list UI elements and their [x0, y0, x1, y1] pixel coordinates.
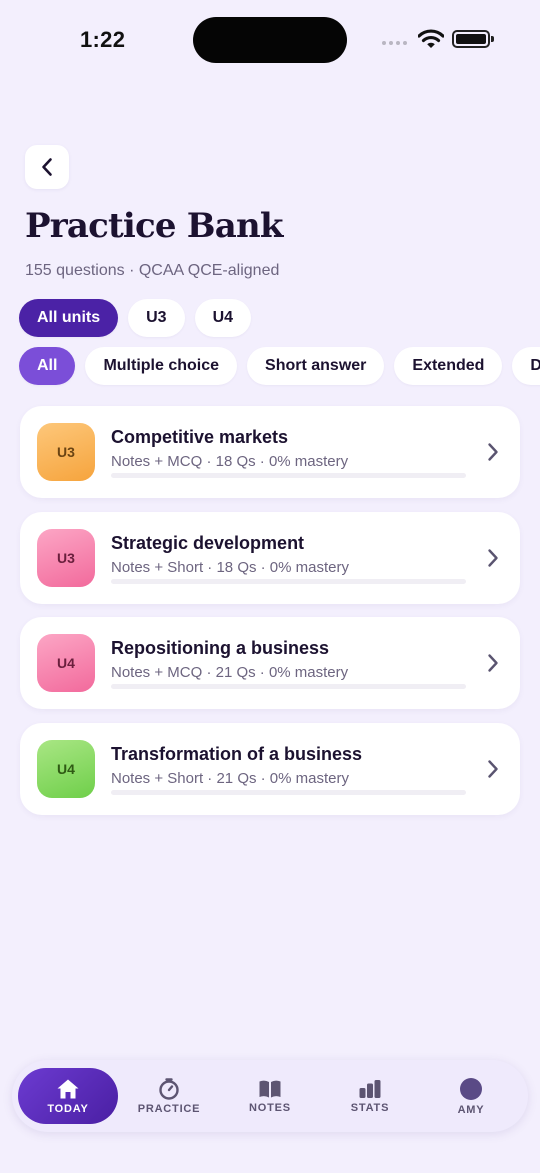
battery-icon — [452, 30, 490, 48]
topic-card-strategic-development[interactable]: U3 Strategic development Notes + Short ·… — [20, 511, 520, 604]
type-chip-all[interactable]: All — [19, 347, 76, 385]
mastery-progress-bar — [111, 789, 466, 795]
bottom-tab-bar: TODAY PRACTICE NOTES STATS AMY — [12, 1060, 528, 1132]
tab-notes[interactable]: NOTES — [220, 1060, 320, 1132]
home-icon — [57, 1079, 79, 1098]
tab-label: TODAY — [47, 1102, 89, 1115]
unit-chip-u3[interactable]: U3 — [128, 299, 185, 337]
type-chip-multiple-choice[interactable]: Multiple choice — [85, 347, 238, 385]
unit-badge: U3 — [37, 423, 95, 481]
tab-label: AMY — [457, 1103, 485, 1116]
type-chip-short-answer[interactable]: Short answer — [247, 347, 385, 385]
dynamic-island — [193, 17, 347, 63]
mastery-progress-bar — [111, 684, 466, 689]
topic-title: Strategic development — [111, 532, 305, 553]
topic-meta: Notes + Short · 18 Qs · 0% mastery — [111, 558, 350, 576]
unit-chip-all[interactable]: All units — [19, 299, 119, 337]
topic-meta: Notes + MCQ · 18 Qs · 0% mastery — [111, 453, 349, 470]
topic-list: U3 Competitive markets Notes + MCQ · 18 … — [20, 406, 520, 828]
topic-title: Transformation of a business — [111, 743, 363, 764]
type-chip-partial[interactable]: D — [512, 347, 540, 385]
topic-card-competitive-markets[interactable]: U3 Competitive markets Notes + MCQ · 18 … — [20, 406, 520, 498]
topic-meta: Notes + MCQ · 21 Qs · 0% mastery — [111, 664, 349, 681]
topic-title: Repositioning a business — [111, 638, 330, 658]
topic-meta: Notes + Short · 21 Qs · 0% mastery — [111, 769, 350, 787]
unit-badge: U4 — [37, 634, 95, 692]
page-subtitle: 155 questions · QCAA QCE-aligned — [25, 262, 280, 279]
unit-filter-chips: All units U3 U4 — [19, 299, 252, 337]
avatar-icon — [460, 1077, 482, 1100]
topic-card-repositioning-a-business[interactable]: U4 Repositioning a business Notes + MCQ … — [20, 617, 520, 709]
topic-title: Competitive markets — [111, 427, 289, 447]
status-bar: 1:22 — [0, 0, 540, 80]
mastery-progress-bar — [111, 473, 466, 478]
chevron-right-icon — [488, 759, 498, 778]
chevron-right-icon — [488, 654, 498, 672]
type-filter-chips: All Multiple choice Short answer Extende… — [19, 347, 540, 385]
wifi-icon — [418, 29, 444, 48]
tab-practice[interactable]: PRACTICE — [119, 1060, 219, 1132]
chevron-right-icon — [488, 548, 498, 567]
back-button[interactable] — [25, 145, 69, 189]
chevron-left-icon — [42, 158, 52, 176]
status-time: 1:22 — [80, 27, 126, 52]
tab-stats[interactable]: STATS — [320, 1060, 420, 1132]
book-icon — [259, 1080, 281, 1097]
type-chip-extended[interactable]: Extended — [394, 347, 503, 385]
page-title: Practice Bank — [25, 206, 283, 246]
tab-label: PRACTICE — [137, 1102, 201, 1115]
chevron-right-icon — [488, 443, 498, 461]
tab-profile[interactable]: AMY — [421, 1060, 521, 1132]
bar-chart-icon — [359, 1079, 381, 1098]
tab-today[interactable]: TODAY — [18, 1068, 118, 1124]
mastery-progress-bar — [111, 578, 466, 584]
tab-label: STATS — [350, 1101, 390, 1114]
unit-chip-u4[interactable]: U4 — [194, 299, 252, 337]
unit-badge: U4 — [37, 739, 95, 798]
topic-card-transformation-of-a-business[interactable]: U4 Transformation of a business Notes + … — [20, 722, 520, 815]
tab-label: NOTES — [249, 1101, 291, 1114]
unit-badge: U3 — [37, 528, 95, 587]
cellular-signal-icon — [382, 41, 407, 45]
timer-icon — [159, 1077, 179, 1100]
battery-cap — [491, 36, 494, 42]
